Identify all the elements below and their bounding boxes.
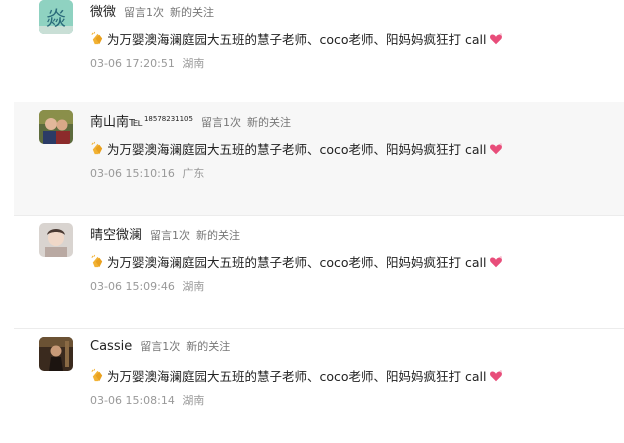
commenter-name-suffix: 18578231105 (143, 115, 193, 123)
comment-count: 留言1次 (140, 340, 181, 353)
comment-time: 03-06 15:09:46 (90, 280, 175, 293)
comment-item: 南山南℡18578231105 留言1次 新的关注 为万婴澳海澜庭园大五班的慧子… (14, 102, 624, 216)
comment-text: 为万婴澳海澜庭园大五班的慧子老师、coco老师、阳妈妈疯狂打 call (107, 142, 487, 157)
comment-location: 湖南 (182, 394, 205, 407)
avatar[interactable] (39, 223, 73, 257)
comment-text-row: 为万婴澳海澜庭园大五班的慧子老师、coco老师、阳妈妈疯狂打 call (90, 29, 503, 48)
avatar[interactable] (39, 337, 73, 371)
comment-list: 焱 微微 留言1次 新的关注 为万婴澳海澜庭园大五班的慧子老师、coco老师、阳… (0, 0, 624, 418)
comment-footer: 03-06 15:08:14 湖南 (90, 392, 204, 408)
follow-badge: 新的关注 (170, 6, 215, 19)
comment-text: 为万婴澳海澜庭园大五班的慧子老师、coco老师、阳妈妈疯狂打 call (107, 255, 487, 270)
follow-badge: 新的关注 (246, 116, 291, 129)
follow-badge: 新的关注 (186, 340, 231, 353)
clapping-hands-icon (91, 368, 103, 382)
comment-header: 微微 留言1次 新的关注 (90, 1, 214, 21)
comment-time: 03-06 15:08:14 (90, 394, 175, 407)
comment-header: Cassie 留言1次 新的关注 (90, 338, 230, 358)
comment-count: 留言1次 (124, 6, 165, 19)
comment-count: 留言1次 (150, 229, 191, 242)
comment-location: 湖南 (182, 57, 205, 70)
clapping-hands-icon (91, 254, 103, 268)
avatar[interactable]: 焱 (39, 0, 73, 34)
comment-header: 晴空微澜 留言1次 新的关注 (90, 224, 240, 244)
avatar[interactable] (39, 110, 73, 144)
clapping-hands-icon (91, 141, 103, 155)
commenter-name[interactable]: 南山南℡18578231105 (90, 111, 193, 130)
comment-text-row: 为万婴澳海澜庭园大五班的慧子老师、coco老师、阳妈妈疯狂打 call (90, 252, 503, 271)
sparkling-heart-icon (489, 32, 502, 44)
avatar-glyph: 焱 (46, 6, 66, 30)
comment-header: 南山南℡18578231105 留言1次 新的关注 (90, 111, 291, 131)
commenter-name[interactable]: Cassie (90, 339, 132, 354)
comment-time: 03-06 15:10:16 (90, 167, 175, 180)
comment-location: 湖南 (182, 280, 205, 293)
comment-item: 晴空微澜 留言1次 新的关注 为万婴澳海澜庭园大五班的慧子老师、coco老师、阳… (14, 215, 624, 329)
comment-count: 留言1次 (200, 116, 241, 129)
comment-footer: 03-06 17:20:51 湖南 (90, 55, 204, 71)
comment-text: 为万婴澳海澜庭园大五班的慧子老师、coco老师、阳妈妈疯狂打 call (107, 369, 487, 384)
comment-time: 03-06 17:20:51 (90, 57, 175, 70)
comment-location: 广东 (182, 167, 205, 180)
sparkling-heart-icon (489, 142, 502, 154)
comment-footer: 03-06 15:10:16 广东 (90, 165, 204, 181)
comment-item: 焱 微微 留言1次 新的关注 为万婴澳海澜庭园大五班的慧子老师、coco老师、阳… (14, 0, 624, 106)
clapping-hands-icon (91, 31, 103, 45)
comment-text: 为万婴澳海澜庭园大五班的慧子老师、coco老师、阳妈妈疯狂打 call (107, 32, 487, 47)
follow-badge: 新的关注 (196, 229, 241, 242)
comment-item: Cassie 留言1次 新的关注 为万婴澳海澜庭园大五班的慧子老师、coco老师… (14, 329, 624, 443)
comment-text-row: 为万婴澳海澜庭园大五班的慧子老师、coco老师、阳妈妈疯狂打 call (90, 139, 503, 158)
comment-footer: 03-06 15:09:46 湖南 (90, 278, 204, 294)
comment-text-row: 为万婴澳海澜庭园大五班的慧子老师、coco老师、阳妈妈疯狂打 call (90, 366, 503, 385)
sparkling-heart-icon (489, 255, 502, 267)
commenter-name[interactable]: 晴空微澜 (90, 224, 142, 243)
commenter-name[interactable]: 微微 (90, 1, 116, 20)
sparkling-heart-icon (489, 369, 502, 381)
